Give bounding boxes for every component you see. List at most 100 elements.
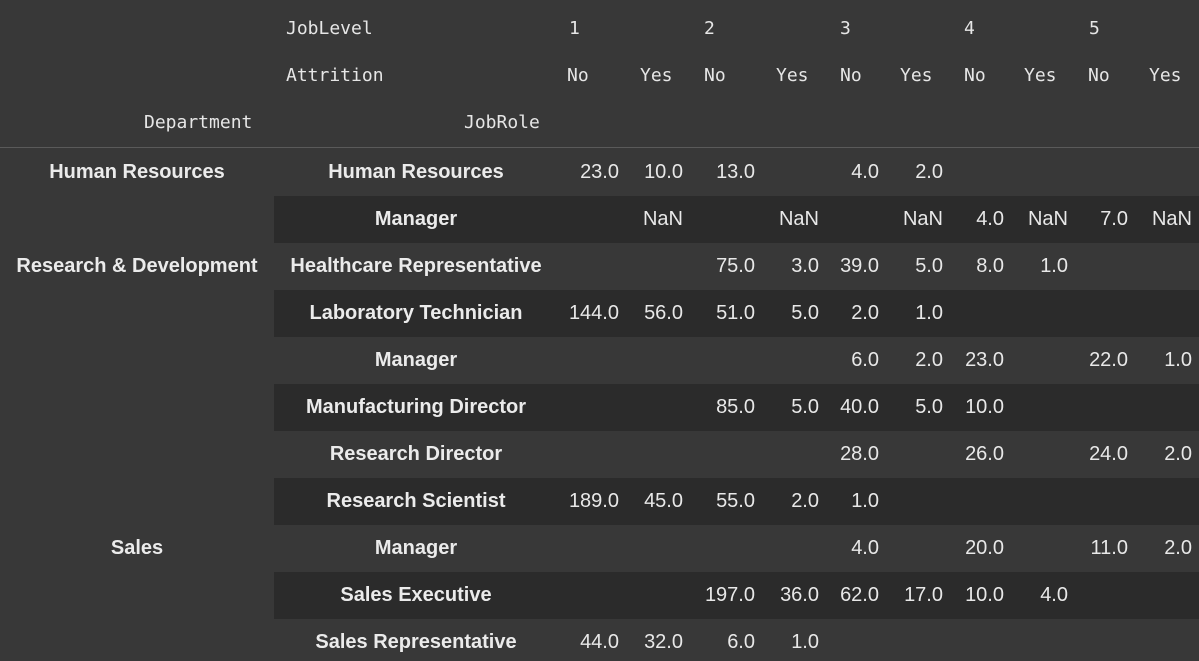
dataframe-output: JobLevel Attrition Department JobRole 1 2… (0, 0, 1199, 661)
value-cell: NaN (902, 208, 943, 230)
joblevel-2: 2 (704, 18, 715, 39)
value-cell: 51.0 (716, 302, 755, 324)
value-cell: 26.0 (965, 443, 1004, 465)
attrition-yes: Yes (900, 65, 933, 86)
value-cell: 7.0 (1100, 208, 1128, 230)
value-cell (1058, 149, 1128, 196)
attrition-yes: Yes (1024, 65, 1057, 86)
value-cell (613, 384, 683, 431)
value-cell (1122, 243, 1192, 290)
value-cell: 2.0 (1164, 443, 1192, 465)
value-cell (1058, 619, 1128, 661)
value-cell: 22.0 (1089, 349, 1128, 371)
table-header: JobLevel Attrition Department JobRole 1 2… (0, 0, 1199, 148)
attrition-header: Attrition (286, 65, 384, 86)
value-cell (549, 525, 619, 572)
value-cell (549, 384, 619, 431)
table-row: Laboratory Technician 144.0 56.0 51.0 5.0 2.0… (0, 290, 1199, 337)
value-cell: 6.0 (727, 631, 755, 653)
table-row: Manager NaN NaN NaN 4.0 NaN 7.0 NaN (0, 196, 1199, 243)
value-cell (1122, 384, 1192, 431)
value-cell (613, 572, 683, 619)
value-cell: 28.0 (840, 443, 879, 465)
jobrole-cell: Research Scientist (326, 490, 506, 512)
value-cell: 1.0 (851, 490, 879, 512)
value-cell (1122, 149, 1192, 196)
value-cell (873, 525, 943, 572)
value-cell (934, 290, 1004, 337)
attrition-yes: Yes (1149, 65, 1182, 86)
value-cell: 2.0 (915, 349, 943, 371)
value-cell: 1.0 (1164, 349, 1192, 371)
department-cell: Research & Development (16, 255, 258, 277)
value-cell: 85.0 (716, 396, 755, 418)
value-cell: 2.0 (915, 161, 943, 183)
value-cell: 23.0 (580, 161, 619, 183)
value-cell: 56.0 (644, 302, 683, 324)
value-cell: 2.0 (851, 302, 879, 324)
attrition-no: No (567, 65, 589, 86)
value-cell (549, 337, 619, 384)
value-cell: 197.0 (704, 584, 755, 606)
value-cell: 10.0 (965, 584, 1004, 606)
value-cell: 189.0 (568, 490, 619, 512)
value-cell: 45.0 (644, 490, 683, 512)
jobrole-cell: Healthcare Representative (290, 255, 542, 277)
value-cell (1122, 572, 1192, 619)
table-row: Manufacturing Director 85.0 5.0 40.0 5.0 10.0 (0, 384, 1199, 431)
jobrole-cell: Research Director (329, 443, 503, 465)
joblevel-3: 3 (840, 18, 851, 39)
value-cell: 24.0 (1089, 443, 1128, 465)
value-cell (685, 337, 755, 384)
value-cell (934, 478, 1004, 525)
value-cell: 23.0 (965, 349, 1004, 371)
table-row: Research Scientist 189.0 45.0 55.0 2.0 1.0 (0, 478, 1199, 525)
value-cell (685, 525, 755, 572)
value-cell: 13.0 (716, 161, 755, 183)
attrition-no: No (1088, 65, 1110, 86)
value-cell: 10.0 (644, 161, 683, 183)
value-cell: 144.0 (568, 302, 619, 324)
value-cell: 1.0 (915, 302, 943, 324)
value-cell: 44.0 (580, 631, 619, 653)
value-cell (873, 431, 943, 478)
attrition-no: No (704, 65, 726, 86)
value-cell (613, 431, 683, 478)
table-row: Manager 6.0 2.0 23.0 22.0 1.0 (0, 337, 1199, 384)
value-cell: 11.0 (1090, 537, 1128, 559)
jobrole-cell: Laboratory Technician (309, 302, 523, 324)
value-cell (1122, 619, 1192, 661)
value-cell (809, 619, 879, 661)
value-cell (1058, 243, 1128, 290)
table-row: Sales Executive 197.0 36.0 62.0 17.0 10.0 4.0 (0, 572, 1199, 619)
value-cell (1058, 572, 1128, 619)
attrition-no: No (840, 65, 862, 86)
value-cell (1122, 478, 1192, 525)
joblevel-1: 1 (569, 18, 580, 39)
value-cell: 4.0 (976, 208, 1004, 230)
joblevel-header: JobLevel (286, 18, 373, 39)
value-cell: 62.0 (840, 584, 879, 606)
jobrole-header: JobRole (464, 112, 540, 133)
value-cell: 55.0 (716, 490, 755, 512)
jobrole-cell: Manager (374, 208, 458, 230)
value-cell: 6.0 (851, 349, 879, 371)
department-header: Department (144, 112, 253, 133)
value-cell (934, 619, 1004, 661)
attrition-no: No (964, 65, 986, 86)
value-cell: 17.0 (904, 584, 943, 606)
value-cell: 40.0 (840, 396, 879, 418)
value-cell: 8.0 (976, 255, 1004, 277)
value-cell (685, 196, 755, 243)
value-cell (873, 478, 943, 525)
table-row: Sales Representative 44.0 32.0 6.0 1.0 (0, 619, 1199, 661)
value-cell: 4.0 (851, 537, 879, 559)
jobrole-cell: Manager (374, 349, 458, 371)
value-cell: 2.0 (1164, 537, 1192, 559)
jobrole-cell: Sales Executive (340, 584, 492, 606)
value-cell: 75.0 (716, 255, 755, 277)
value-cell (1058, 478, 1128, 525)
value-cell (549, 196, 619, 243)
value-cell (549, 572, 619, 619)
value-cell: 4.0 (851, 161, 879, 183)
